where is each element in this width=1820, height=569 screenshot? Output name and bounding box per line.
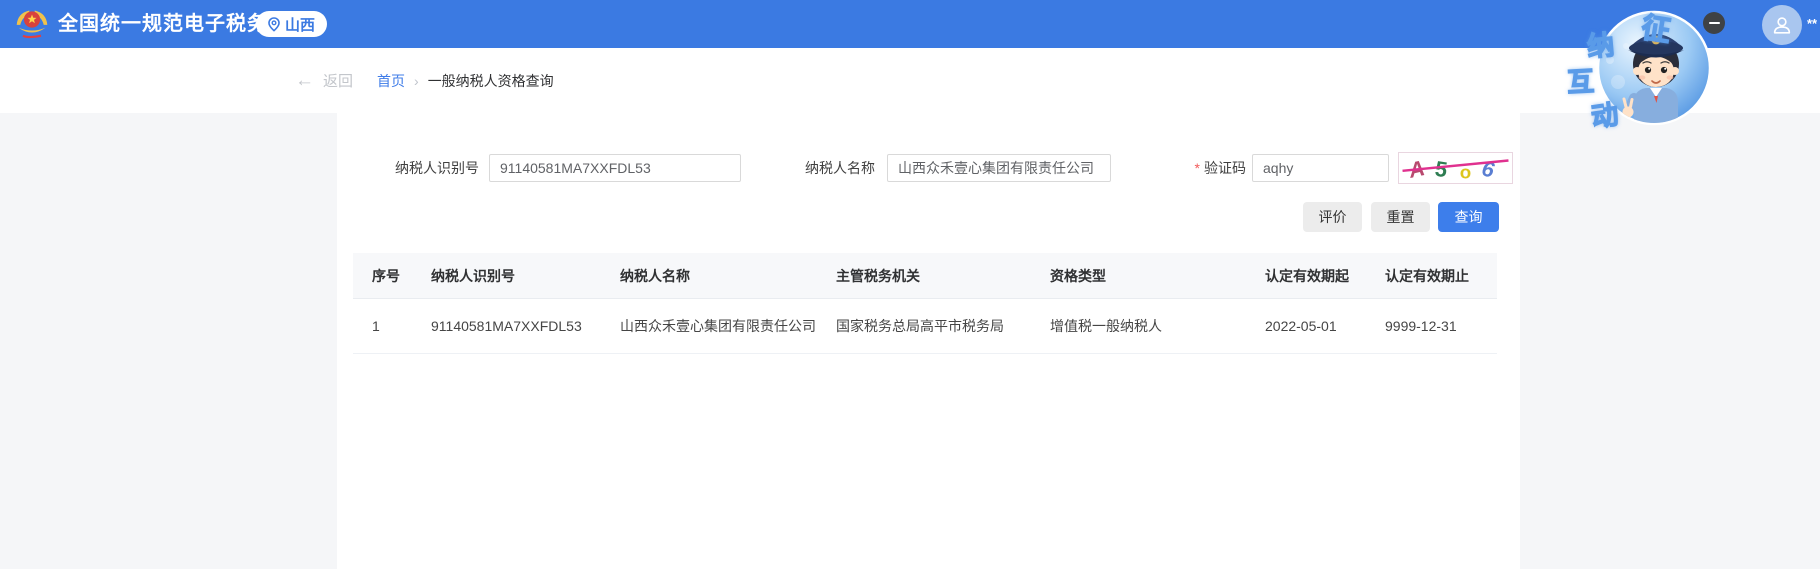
taxpayer-id-input[interactable]: [489, 154, 741, 182]
assistant-widget[interactable]: 征 纳 互 动: [1562, 2, 1714, 130]
location-pin-icon: [268, 17, 280, 32]
captcha-char: 6: [1480, 156, 1498, 183]
breadcrumb: ← 返回 首页 › 一般纳税人资格查询: [295, 48, 554, 113]
user-icon: [1771, 14, 1793, 36]
cell-valid-to: 9999-12-31: [1366, 299, 1497, 354]
captcha-char: 5: [1433, 156, 1449, 183]
col-header-qualification-type: 资格类型: [1031, 253, 1246, 299]
back-label: 返回: [323, 70, 353, 91]
back-arrow-icon: ←: [295, 71, 314, 90]
cell-valid-from: 2022-05-01: [1246, 299, 1366, 354]
query-panel: 纳税人识别号 纳税人名称 * 验证码 A 5 o 6 评价 重置 查询 序号 纳…: [337, 113, 1520, 569]
breadcrumb-home-link[interactable]: 首页: [377, 71, 405, 91]
required-asterisk: *: [1195, 154, 1200, 182]
col-header-taxpayer-name: 纳税人名称: [601, 253, 817, 299]
tax-emblem-icon: [14, 6, 50, 42]
captcha-image[interactable]: A 5 o 6: [1398, 152, 1513, 184]
cell-seq: 1: [353, 299, 412, 354]
col-header-tax-authority: 主管税务机关: [817, 253, 1031, 299]
evaluate-button[interactable]: 评价: [1303, 202, 1362, 232]
cell-taxpayer-name: 山西众禾壹心集团有限责任公司: [601, 299, 817, 354]
assistant-char: 互: [1566, 59, 1595, 99]
breadcrumb-separator: ›: [414, 73, 419, 89]
top-header-bar: 全国统一规范电子税务局 山西 **: [0, 0, 1820, 48]
taxpayer-name-label: 纳税人名称: [765, 154, 875, 182]
app-title: 全国统一规范电子税务局: [58, 0, 289, 48]
cell-taxpayer-id: 91140581MA7XXFDL53: [412, 299, 601, 354]
col-header-seq: 序号: [353, 253, 412, 299]
captcha-input[interactable]: [1252, 154, 1389, 182]
region-label: 山西: [285, 14, 315, 35]
col-header-valid-to: 认定有效期止: [1366, 253, 1497, 299]
assistant-char: 动: [1588, 92, 1620, 134]
captcha-label: 验证码: [1204, 154, 1246, 182]
query-button[interactable]: 查询: [1438, 202, 1499, 232]
taxpayer-id-label: 纳税人识别号: [359, 154, 479, 182]
table-row: 1 91140581MA7XXFDL53 山西众禾壹心集团有限责任公司 国家税务…: [353, 299, 1497, 354]
cell-qualification-type: 增值税一般纳税人: [1031, 299, 1246, 354]
username-masked[interactable]: **: [1807, 16, 1817, 31]
result-table: 序号 纳税人识别号 纳税人名称 主管税务机关 资格类型 认定有效期起 认定有效期…: [353, 253, 1497, 354]
back-button[interactable]: ← 返回: [295, 70, 353, 91]
breadcrumb-current-page: 一般纳税人资格查询: [428, 71, 554, 91]
reset-button[interactable]: 重置: [1371, 202, 1430, 232]
user-avatar[interactable]: [1762, 5, 1802, 45]
region-selector[interactable]: 山西: [256, 11, 327, 37]
table-header-row: 序号 纳税人识别号 纳税人名称 主管税务机关 资格类型 认定有效期起 认定有效期…: [353, 253, 1497, 299]
col-header-valid-from: 认定有效期起: [1246, 253, 1366, 299]
captcha-label-group: * 验证码: [1162, 154, 1246, 182]
col-header-taxpayer-id: 纳税人识别号: [412, 253, 601, 299]
breadcrumb-bar: ← 返回 首页 › 一般纳税人资格查询: [0, 48, 1820, 113]
assistant-char: 纳: [1585, 23, 1615, 64]
cell-tax-authority: 国家税务总局高平市税务局: [817, 299, 1031, 354]
taxpayer-name-input[interactable]: [887, 154, 1111, 182]
